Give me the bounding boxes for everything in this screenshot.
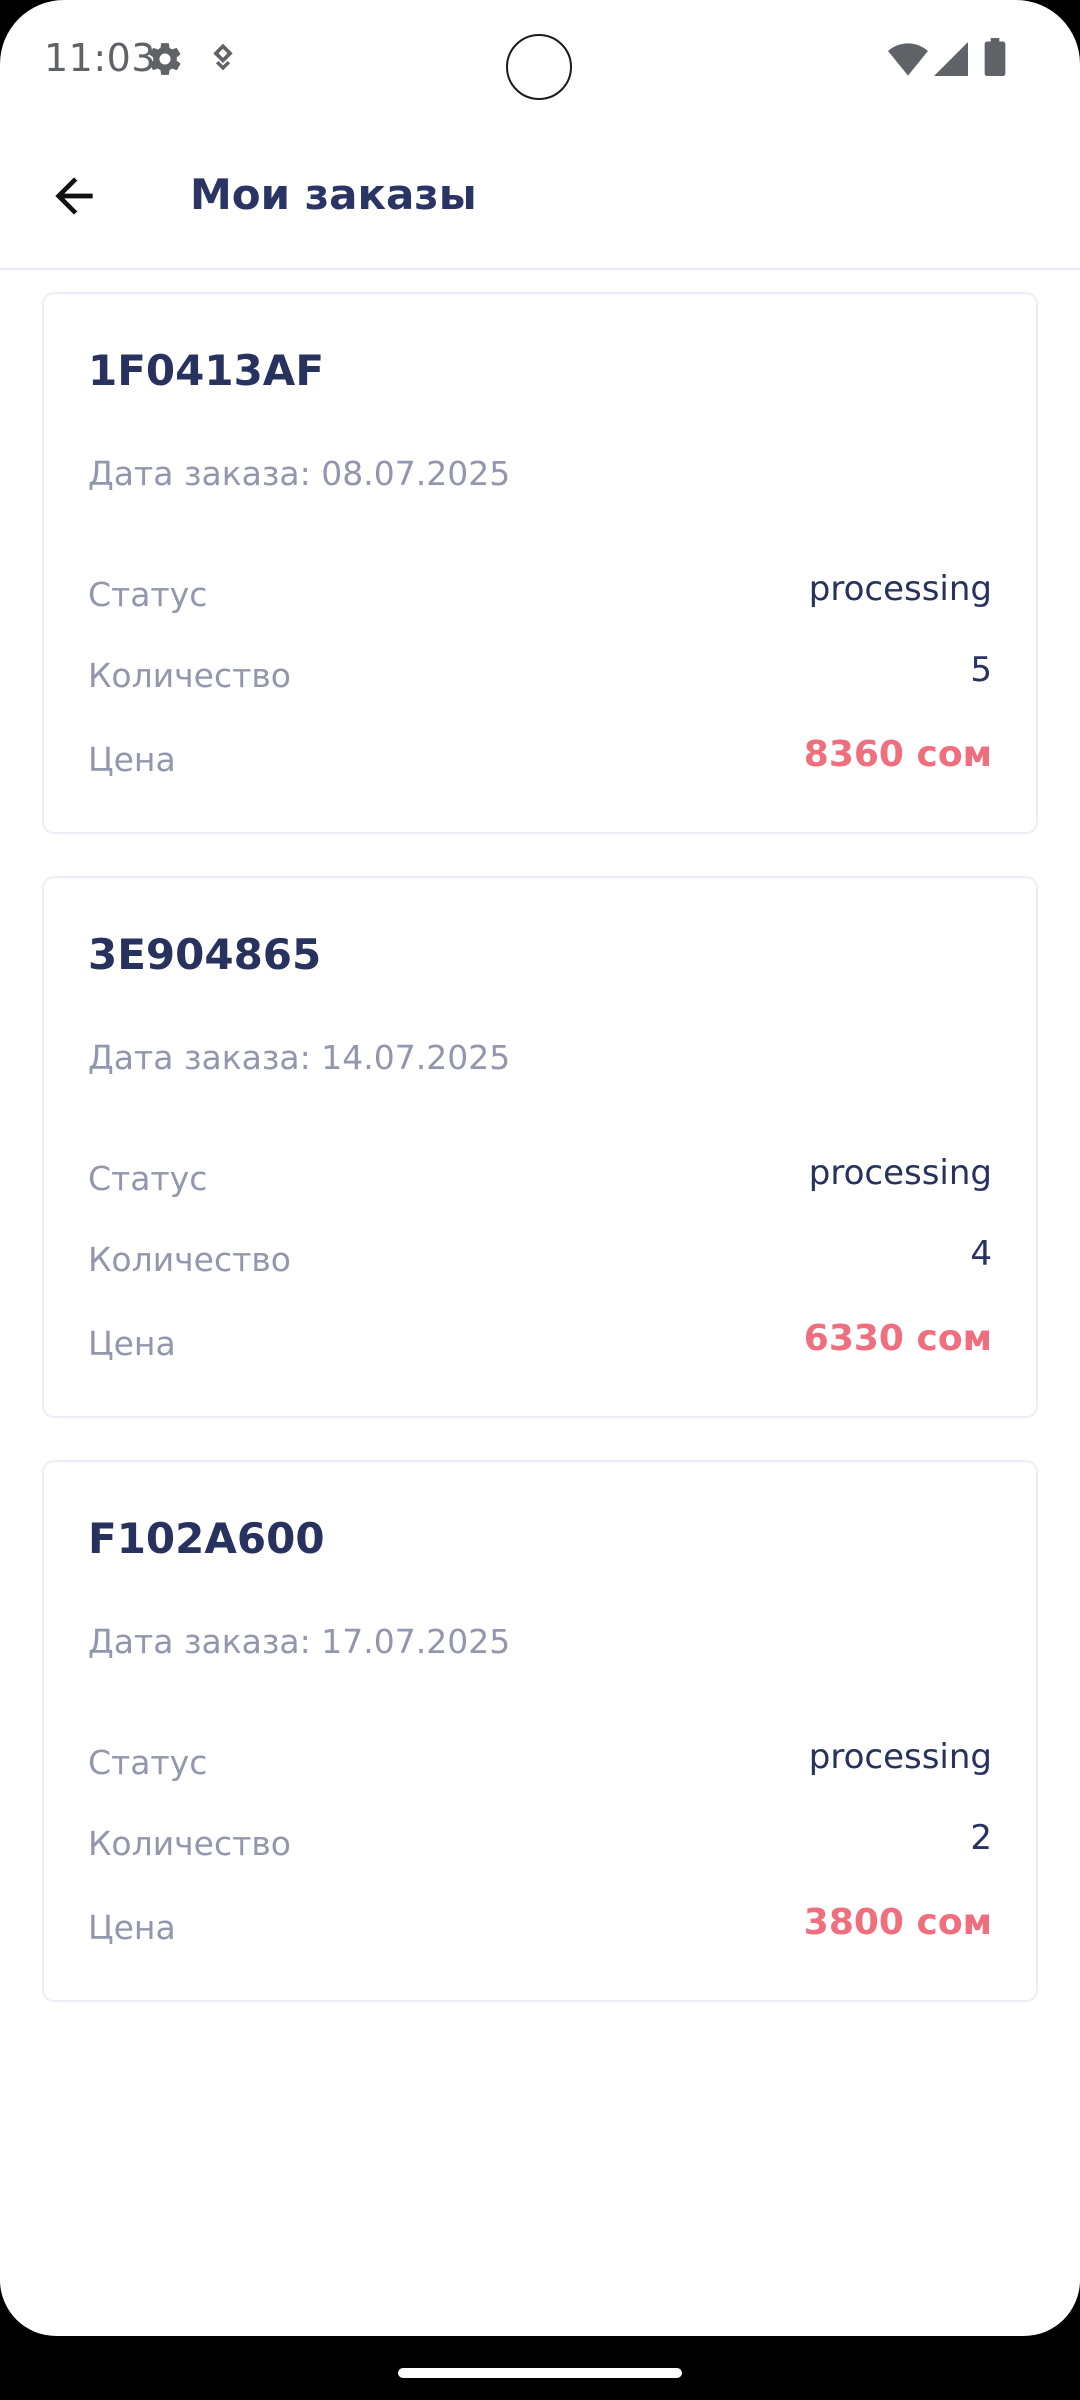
order-card[interactable]: 1F0413AF Дата заказа: 08.07.2025 Статус … — [42, 292, 1038, 834]
quantity-value: 5 — [970, 650, 992, 690]
status-row: Статус processing — [88, 1737, 992, 1787]
gesture-bar[interactable] — [398, 2368, 682, 2378]
quantity-row: Количество 2 — [88, 1818, 992, 1868]
status-row: Статус processing — [88, 569, 992, 619]
status-label: Статус — [88, 575, 208, 614]
status-label: Статус — [88, 1159, 208, 1198]
order-date: Дата заказа: 14.07.2025 — [88, 1038, 511, 1077]
order-id: F102A600 — [88, 1514, 325, 1563]
order-card[interactable]: F102A600 Дата заказа: 17.07.2025 Статус … — [42, 1460, 1038, 2002]
signal-icon — [934, 42, 968, 81]
price-value: 8360 сом — [803, 734, 992, 775]
page-title: Мои заказы — [190, 170, 477, 219]
price-value: 3800 сом — [803, 1902, 992, 1943]
status-label: Статус — [88, 1743, 208, 1782]
quantity-value: 2 — [970, 1818, 992, 1858]
status-value: processing — [808, 1737, 992, 1777]
quantity-label: Количество — [88, 1240, 291, 1279]
order-date: Дата заказа: 08.07.2025 — [88, 454, 511, 493]
location-icon — [206, 40, 240, 83]
arrow-left-icon[interactable] — [46, 168, 102, 224]
app-bar: Мои заказы — [0, 120, 1080, 270]
quantity-label: Количество — [88, 656, 291, 695]
order-card[interactable]: 3E904865 Дата заказа: 14.07.2025 Статус … — [42, 876, 1038, 1418]
price-value: 6330 сом — [803, 1318, 992, 1359]
status-value: processing — [808, 1153, 992, 1193]
settings-icon — [146, 40, 184, 83]
order-date: Дата заказа: 17.07.2025 — [88, 1622, 511, 1661]
front-camera — [506, 34, 572, 100]
price-row: Цена 6330 сом — [88, 1318, 992, 1368]
price-row: Цена 8360 сом — [88, 734, 992, 784]
quantity-row: Количество 4 — [88, 1234, 992, 1284]
quantity-row: Количество 5 — [88, 650, 992, 700]
order-id: 1F0413AF — [88, 346, 325, 395]
price-label: Цена — [88, 740, 176, 779]
status-value: processing — [808, 569, 992, 609]
status-row: Статус processing — [88, 1153, 992, 1203]
battery-icon — [984, 38, 1006, 81]
quantity-value: 4 — [970, 1234, 992, 1274]
wifi-icon — [888, 42, 928, 81]
price-row: Цена 3800 сом — [88, 1902, 992, 1952]
status-bar: 11:03 — [0, 0, 1080, 120]
order-id: 3E904865 — [88, 930, 322, 979]
price-label: Цена — [88, 1324, 176, 1363]
price-label: Цена — [88, 1908, 176, 1947]
status-time: 11:03 — [44, 36, 157, 80]
screen: 11:03 Мои заказы 1F0413AF Дата заказа: 0… — [0, 0, 1080, 2336]
quantity-label: Количество — [88, 1824, 291, 1863]
